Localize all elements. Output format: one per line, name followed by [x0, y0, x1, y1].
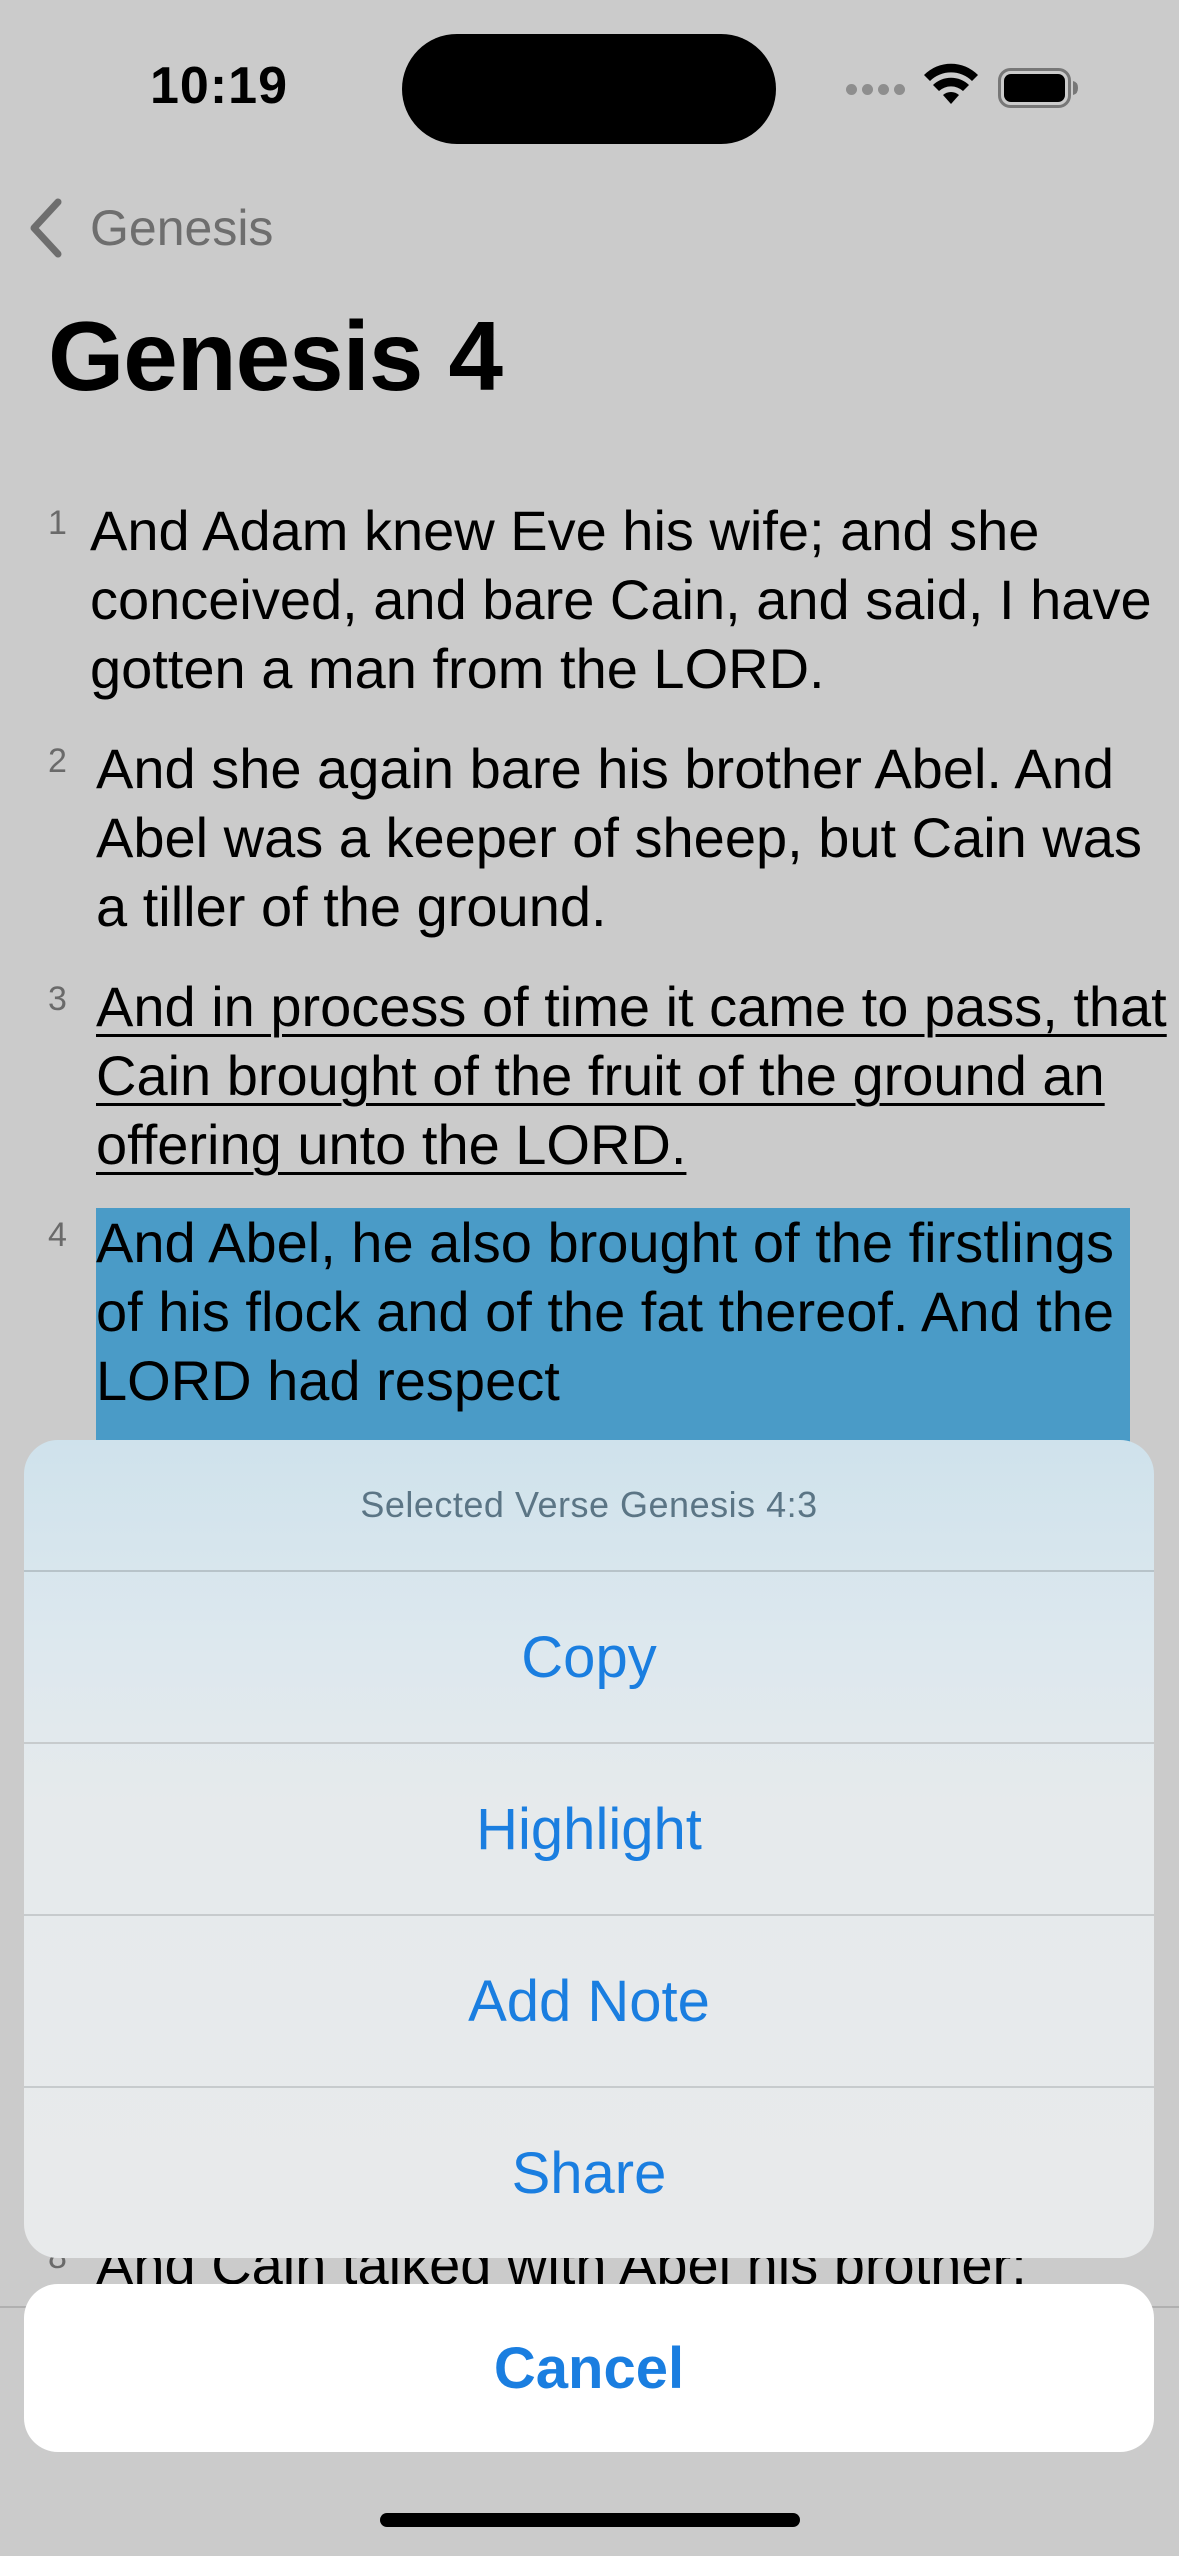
highlight-button[interactable]: Highlight	[24, 1744, 1154, 1916]
back-button[interactable]: Genesis	[22, 196, 273, 260]
verse-number: 2	[48, 742, 67, 780]
verse-text: And Abel, he also brought of the firstli…	[96, 1208, 1130, 1458]
copy-button[interactable]: Copy	[24, 1572, 1154, 1744]
status-time: 10:19	[150, 57, 288, 115]
verse-number: 1	[48, 504, 67, 542]
action-sheet-title: Selected Verse Genesis 4:3	[24, 1440, 1154, 1572]
home-indicator[interactable]	[380, 2513, 800, 2527]
dynamic-island	[402, 34, 776, 144]
action-sheet: Selected Verse Genesis 4:3 Copy Highligh…	[24, 1440, 1154, 2258]
battery-icon	[998, 68, 1078, 108]
chevron-left-icon	[30, 198, 62, 258]
cancel-button[interactable]: Cancel	[24, 2284, 1154, 2452]
verse-text: And Adam knew Eve his wife; and she conc…	[90, 499, 1152, 700]
add-note-button[interactable]: Add Note	[24, 1916, 1154, 2088]
wifi-icon	[924, 63, 978, 104]
share-button[interactable]: Share	[24, 2088, 1154, 2258]
status-bar: 10:19	[0, 0, 1179, 180]
cellular-signal-icon	[846, 84, 906, 100]
page-title: Genesis 4	[48, 301, 503, 411]
verse-text: And she again bare his brother Abel. And…	[96, 737, 1142, 938]
verse-text: And in process of time it came to pass, …	[96, 975, 1167, 1176]
verse-number: 4	[48, 1216, 67, 1254]
back-button-label: Genesis	[90, 200, 274, 256]
verse-number: 3	[48, 980, 67, 1018]
